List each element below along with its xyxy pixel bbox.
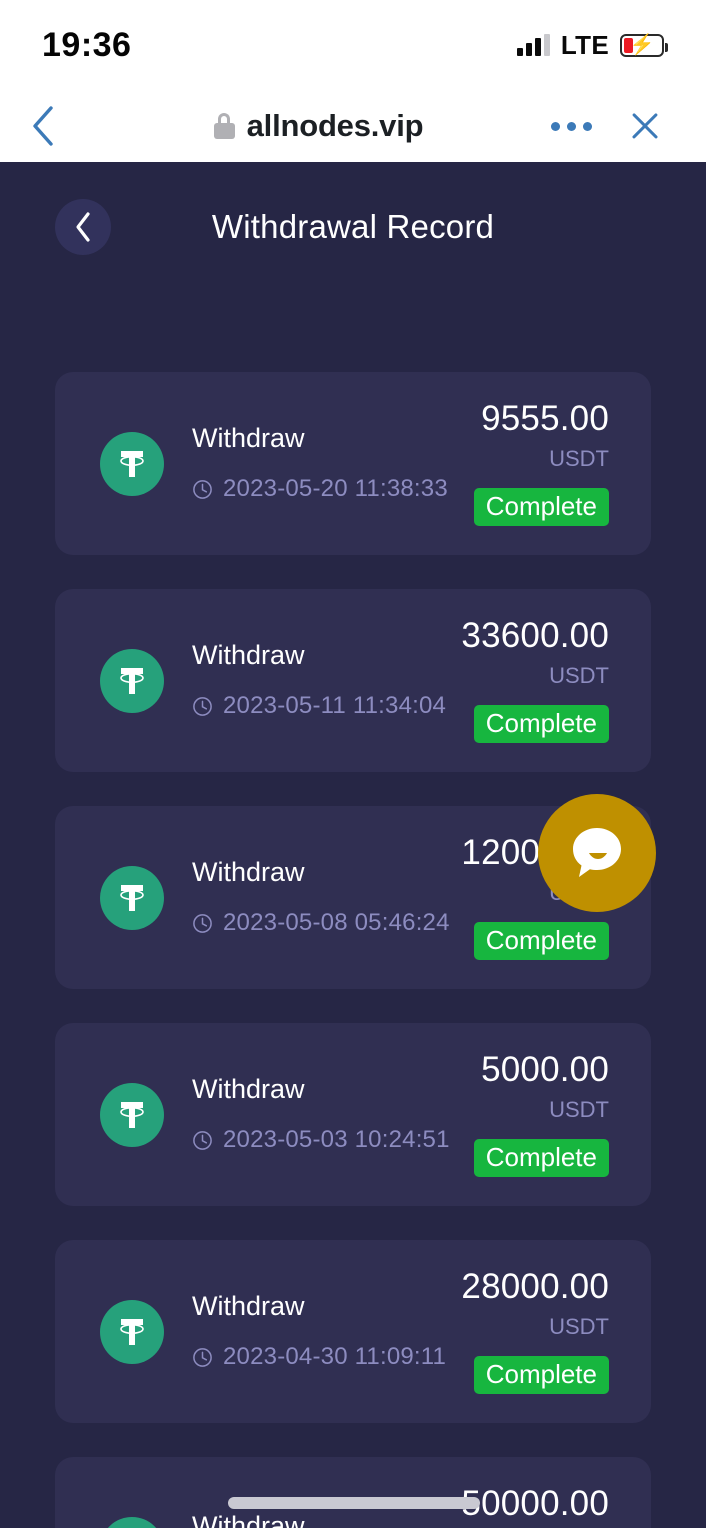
record-type: Withdraw <box>192 856 305 887</box>
withdrawal-record-list: Withdraw 2023-05-20 11:38:33 9555.00 USD… <box>0 372 706 1528</box>
record-type: Withdraw <box>192 1290 305 1321</box>
browser-actions <box>551 109 706 143</box>
browser-bar: allnodes.vip <box>0 90 706 162</box>
record-info: Withdraw 2023-05-11 11:34:04 <box>164 639 461 721</box>
chevron-left-icon <box>33 106 53 146</box>
table-row[interactable]: Withdraw 50000.00 USDT Complete <box>55 1457 651 1528</box>
record-amount: 50000.00 <box>461 1483 609 1523</box>
chat-bubble-icon <box>573 828 621 877</box>
record-currency: USDT <box>549 1096 609 1122</box>
record-amount: 9555.00 <box>481 398 609 438</box>
record-amount-block: 9555.00 USDT Complete <box>473 398 651 527</box>
clock-icon <box>193 1347 212 1367</box>
record-type: Withdraw <box>192 1073 305 1104</box>
phone-screen: 19:36 LTE ⚡ allnodes.vip Withdrawal Reco… <box>0 0 706 1528</box>
browser-back-button[interactable] <box>0 104 86 148</box>
record-currency: USDT <box>549 445 609 471</box>
status-badge: Complete <box>473 1355 609 1395</box>
signal-strength-icon <box>516 34 550 56</box>
table-row[interactable]: Withdraw 2023-05-20 11:38:33 9555.00 USD… <box>55 372 651 555</box>
table-row[interactable]: Withdraw 2023-04-30 11:09:11 28000.00 US… <box>55 1240 651 1423</box>
clock-icon <box>193 696 212 716</box>
usdt-tether-icon <box>100 1299 164 1364</box>
more-options-icon[interactable] <box>551 121 592 131</box>
record-amount-block: 33600.00 USDT Complete <box>461 615 651 744</box>
record-time: 2023-05-08 05:46:24 <box>223 909 450 937</box>
record-currency: USDT <box>549 662 609 688</box>
status-bar-indicators: LTE ⚡ <box>516 29 668 61</box>
chat-support-button[interactable] <box>538 794 656 912</box>
record-currency: USDT <box>549 1313 609 1339</box>
status-badge: Complete <box>473 921 609 961</box>
status-bar: 19:36 LTE ⚡ <box>0 0 706 90</box>
table-row[interactable]: Withdraw 2023-05-11 11:34:04 33600.00 US… <box>55 589 651 772</box>
record-time: 2023-05-03 10:24:51 <box>223 1126 450 1154</box>
record-info: Withdraw 2023-05-03 10:24:51 <box>164 1073 474 1155</box>
page-title: Withdrawal Record <box>211 208 495 245</box>
browser-host-label: allnodes.vip <box>246 108 424 143</box>
record-info: Withdraw 2023-04-30 11:09:11 <box>164 1290 461 1372</box>
usdt-tether-icon <box>100 1082 164 1147</box>
usdt-tether-icon <box>100 865 164 930</box>
home-indicator <box>228 1497 480 1509</box>
usdt-tether-icon <box>100 648 164 713</box>
record-info: Withdraw <box>164 1511 461 1528</box>
lock-icon <box>213 113 235 139</box>
record-amount: 33600.00 <box>461 615 609 655</box>
record-amount-block: 5000.00 USDT Complete <box>473 1049 651 1178</box>
page-header: Withdrawal Record <box>0 162 706 302</box>
record-type: Withdraw <box>192 639 305 670</box>
record-amount: 28000.00 <box>461 1266 609 1306</box>
close-icon[interactable] <box>628 109 662 143</box>
record-type: Withdraw <box>192 1511 305 1528</box>
battery-charging-icon: ⚡ <box>620 33 668 57</box>
clock-icon <box>193 479 212 499</box>
record-time: 2023-04-30 11:09:11 <box>223 1343 447 1371</box>
usdt-tether-icon <box>100 431 164 496</box>
record-time: 2023-05-11 11:34:04 <box>223 692 447 720</box>
network-type-label: LTE <box>560 29 609 60</box>
record-amount-block: 28000.00 USDT Complete <box>461 1266 651 1395</box>
status-bar-time: 19:36 <box>42 25 132 64</box>
table-row[interactable]: Withdraw 2023-05-03 10:24:51 5000.00 USD… <box>55 1023 651 1206</box>
record-type: Withdraw <box>192 422 305 453</box>
record-info: Withdraw 2023-05-08 05:46:24 <box>164 856 461 938</box>
record-time: 2023-05-20 11:38:33 <box>223 475 448 503</box>
usdt-tether-icon <box>100 1516 164 1528</box>
status-badge: Complete <box>473 1138 609 1178</box>
clock-icon <box>193 1130 212 1150</box>
browser-address[interactable]: allnodes.vip <box>86 108 551 144</box>
record-info: Withdraw 2023-05-20 11:38:33 <box>164 422 474 504</box>
status-badge: Complete <box>473 704 609 744</box>
status-badge: Complete <box>473 487 609 527</box>
record-amount: 5000.00 <box>481 1049 609 1089</box>
clock-icon <box>193 913 212 933</box>
record-amount-block: 50000.00 USDT Complete <box>461 1483 651 1528</box>
